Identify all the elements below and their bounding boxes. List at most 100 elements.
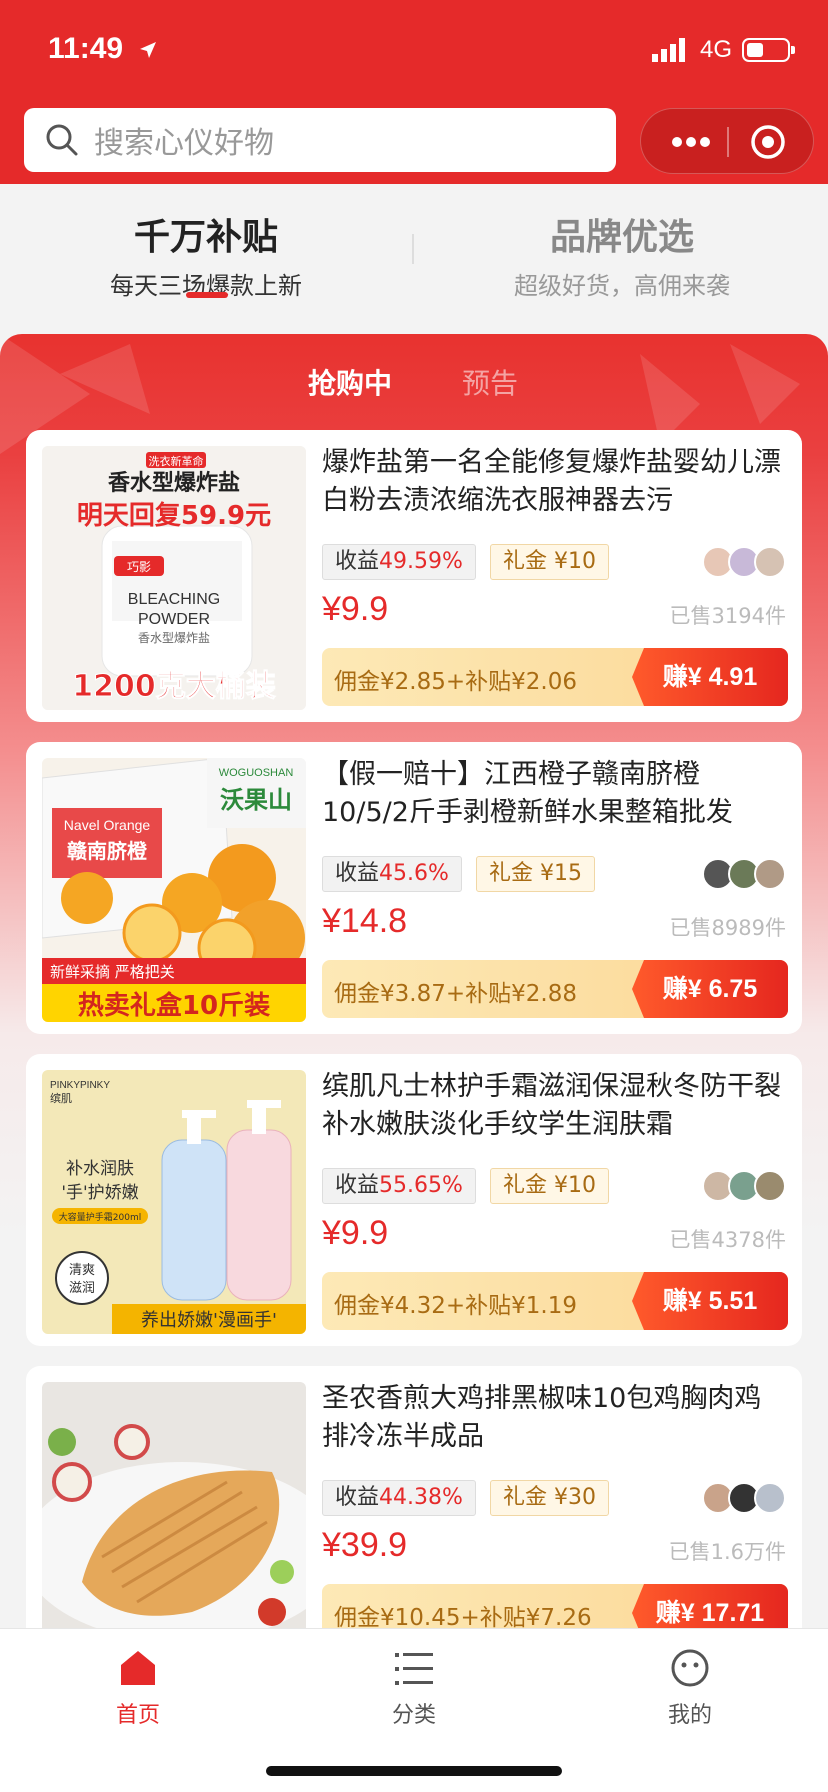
thumb-package-line3: 香水型爆炸盐 <box>138 631 210 645</box>
mini-program-capsule <box>640 108 814 174</box>
thumb-brand-en: WOGUOSHAN <box>219 767 294 779</box>
commission-text: 佣金¥3.87+补贴¥2.88 <box>334 981 577 1007</box>
thumb-line2: '手'护娇嫩 <box>61 1183 138 1203</box>
product-image <box>42 1382 306 1634</box>
product-card[interactable]: 圣农香煎大鸡排黑椒味10包鸡胸肉鸡排冷冻半成品 收益44.38% 礼金 ¥30 … <box>26 1366 802 1634</box>
category-tabs: 千万补贴 每天三场爆款上新 品牌优选 超级好货，高佣来袭 <box>0 184 828 334</box>
sold-count: 已售1.6万件 <box>668 1540 786 1564</box>
product-title: 缤肌凡士林护手霜滋润保湿秋冬防干裂补水嫩肤淡化手纹学生润肤霜 <box>322 1071 781 1140</box>
gift-tag: 礼金 ¥30 <box>490 1480 609 1516</box>
search-icon <box>46 124 78 156</box>
sold-count: 已售4378件 <box>669 1228 786 1252</box>
deal-panel: 抢购中 预告 巧影 BLEACHING POWDER 香水型爆炸盐 洗衣新革命 … <box>0 334 828 1634</box>
product-card[interactable]: Navel Orange 赣南脐橙 WOGUOSHAN 沃果山 新鲜采摘 严格把… <box>26 742 802 1034</box>
product-price: ¥14.8 <box>322 902 408 940</box>
header-bar: 11:49 4G 搜索心仪好物 <box>0 0 828 184</box>
sale-subtabs: 抢购中 预告 <box>0 334 828 430</box>
signal-icon <box>652 38 685 62</box>
tab-brand[interactable]: 品牌优选 超级好货，高佣来袭 <box>472 208 772 301</box>
buyer-avatars <box>702 546 786 578</box>
buyer-avatars <box>702 1482 786 1514</box>
gain-tag: 收益55.65% <box>322 1168 476 1204</box>
nav-label: 我的 <box>667 1703 712 1728</box>
thumb-line3: 大容量护手霜200ml <box>59 1211 141 1223</box>
thumb-brand-en: PINKYPINKY <box>50 1080 110 1091</box>
sold-count: 已售3194件 <box>669 604 786 628</box>
earn-bar[interactable]: 佣金¥3.87+补贴¥2.88 赚¥ 6.75 <box>322 960 788 1018</box>
nav-profile[interactable]: 我的 <box>630 1647 750 1729</box>
search-placeholder: 搜索心仪好物 <box>94 126 274 161</box>
avatar <box>754 1482 786 1514</box>
thumb-strip: 新鲜采摘 严格把关 <box>50 963 175 981</box>
thumb-badge: 洗衣新革命 <box>149 454 204 468</box>
home-icon <box>121 1651 155 1685</box>
status-time: 11:49 <box>48 32 124 65</box>
subtab-on-sale[interactable]: 抢购中 <box>308 362 392 402</box>
tab-subsidy[interactable]: 千万补贴 每天三场爆款上新 <box>56 208 356 301</box>
product-title: 圣农香煎大鸡排黑椒味10包鸡胸肉鸡排冷冻半成品 <box>322 1383 762 1452</box>
sold-count: 已售8989件 <box>669 916 786 940</box>
thumb-promo: 明天回复59.9元 <box>77 501 271 531</box>
thumb-footer: 热卖礼盒10斤装 <box>78 990 270 1021</box>
more-icon[interactable] <box>667 127 715 157</box>
commission-text: 佣金¥2.85+补贴¥2.06 <box>334 669 577 695</box>
commission-text: 佣金¥10.45+补贴¥7.26 <box>334 1605 592 1631</box>
thumb-seal2: 滋润 <box>69 1281 95 1296</box>
product-price: ¥39.9 <box>322 1526 408 1564</box>
earn-button[interactable]: 赚¥ 4.91 <box>632 648 788 706</box>
thumb-package-line2: POWDER <box>138 611 210 628</box>
tab-active-indicator <box>186 292 228 298</box>
nav-category[interactable]: 分类 <box>354 1647 474 1729</box>
thumb-seal1: 清爽 <box>69 1263 95 1278</box>
status-bar: 11:49 4G <box>0 0 828 100</box>
gain-tag: 收益44.38% <box>322 1480 476 1516</box>
thumb-package-line1: BLEACHING <box>128 591 220 608</box>
location-arrow-icon <box>140 42 156 58</box>
thumb-box-en: Navel Orange <box>64 817 151 833</box>
earn-bar[interactable]: 佣金¥2.85+补贴¥2.06 赚¥ 4.91 <box>322 648 788 706</box>
product-card[interactable]: PINKYPINKY 缤肌 补水润肤 '手'护娇嫩 大容量护手霜200ml 清爽… <box>26 1054 802 1346</box>
search-input[interactable]: 搜索心仪好物 <box>24 108 616 172</box>
nav-label: 首页 <box>115 1703 160 1728</box>
avatar <box>754 1170 786 1202</box>
thumb-footer: 1200克大桶装 <box>72 669 276 704</box>
nav-home[interactable]: 首页 <box>78 1647 198 1729</box>
commission-text: 佣金¥4.32+补贴¥1.19 <box>334 1293 577 1319</box>
earn-button[interactable]: 赚¥ 6.75 <box>632 960 788 1018</box>
gift-tag: 礼金 ¥15 <box>476 856 595 892</box>
earn-bar[interactable]: 佣金¥4.32+补贴¥1.19 赚¥ 5.51 <box>322 1272 788 1330</box>
thumb-footer: 养出娇嫩'漫画手' <box>141 1310 277 1331</box>
thumb-line1: 补水润肤 <box>66 1159 134 1179</box>
close-target-icon[interactable] <box>749 123 787 161</box>
earn-bar[interactable]: 佣金¥10.45+补贴¥7.26 赚¥ 17.71 <box>322 1584 788 1634</box>
thumb-box-cn: 赣南脐橙 <box>67 839 148 863</box>
gain-tag: 收益49.59% <box>322 544 476 580</box>
product-title: 爆炸盐第一名全能修复爆炸盐婴幼儿漂白粉去渍浓缩洗衣服神器去污 <box>322 447 781 516</box>
product-image: 巧影 BLEACHING POWDER 香水型爆炸盐 洗衣新革命 香水型爆炸盐 … <box>42 446 306 710</box>
thumb-brand: 巧影 <box>127 560 151 574</box>
earn-button[interactable]: 赚¥ 17.71 <box>632 1584 788 1634</box>
earn-button[interactable]: 赚¥ 5.51 <box>632 1272 788 1330</box>
tab-title: 品牌优选 <box>549 217 694 258</box>
buyer-avatars <box>702 1170 786 1202</box>
thumb-headline: 香水型爆炸盐 <box>108 470 240 496</box>
home-indicator <box>266 1766 562 1776</box>
battery-icon <box>742 38 795 62</box>
product-price: ¥9.9 <box>322 1214 389 1252</box>
product-card[interactable]: 巧影 BLEACHING POWDER 香水型爆炸盐 洗衣新革命 香水型爆炸盐 … <box>26 430 802 722</box>
tab-subtitle: 超级好货，高佣来袭 <box>514 272 730 300</box>
avatar <box>754 546 786 578</box>
thumb-brand-cn: 沃果山 <box>220 786 292 814</box>
gift-tag: 礼金 ¥10 <box>490 1168 609 1204</box>
product-price: ¥9.9 <box>322 590 389 628</box>
tab-title: 千万补贴 <box>133 217 278 258</box>
product-image: PINKYPINKY 缤肌 补水润肤 '手'护娇嫩 大容量护手霜200ml 清爽… <box>42 1070 306 1334</box>
product-title: 【假一赔十】江西橙子赣南脐橙10/5/2斤手剥橙新鲜水果整箱批发 <box>322 759 733 828</box>
subtab-preview[interactable]: 预告 <box>462 362 518 402</box>
network-type: 4G <box>700 36 733 63</box>
list-icon <box>395 1653 433 1685</box>
smile-icon <box>671 1649 709 1687</box>
gift-tag: 礼金 ¥10 <box>490 544 609 580</box>
buyer-avatars <box>702 858 786 890</box>
avatar <box>754 858 786 890</box>
